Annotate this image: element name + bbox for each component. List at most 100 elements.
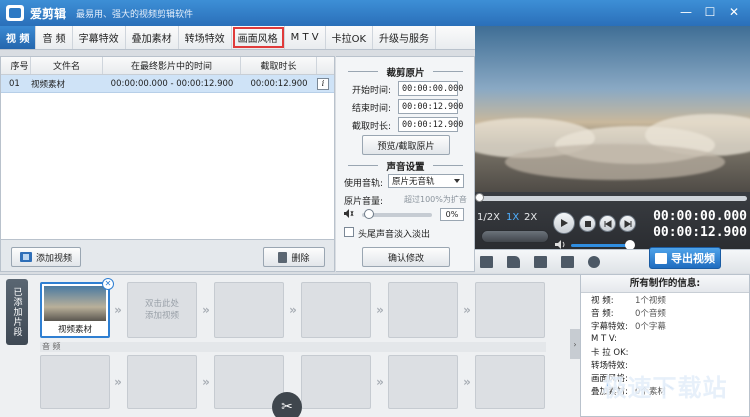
file-list-header: 序号 文件名 在最终影片中的时间 截取时长 (1, 57, 334, 75)
tab-subtitle-effects[interactable]: 字幕特效 (73, 26, 126, 49)
audio-track-label: 使用音轨: (344, 179, 384, 189)
audio-section-title: 声音设置 (336, 159, 475, 173)
new-project-icon[interactable] (480, 256, 493, 268)
empty-clip-slot[interactable] (388, 282, 458, 338)
row-filename: 视频素材 (31, 79, 66, 90)
volume-slider-handle[interactable] (364, 209, 374, 219)
close-button[interactable]: ✕ (724, 3, 744, 21)
audio-track-select[interactable]: 原片无音轨 (388, 174, 464, 188)
col-index[interactable]: 序号 (1, 57, 31, 74)
preview-cut-button[interactable]: 预览/截取原片 (362, 135, 450, 155)
start-time-label: 开始时间: (352, 86, 392, 96)
tab-karaoke[interactable]: 卡拉OK (326, 26, 374, 49)
info-key: M T V: (591, 333, 617, 344)
chevron-right-icon: » (114, 375, 122, 389)
play-icon (561, 219, 568, 227)
tab-picture-style[interactable]: 画面风格 (232, 26, 285, 49)
audio-slot[interactable] (388, 355, 458, 409)
info-value: 0个音频 (635, 308, 666, 319)
preview-cloud (505, 144, 725, 180)
tab-video[interactable]: 视 频 (0, 26, 37, 49)
tab-upgrade[interactable]: 升级与服务 (373, 26, 437, 49)
tab-overlay[interactable]: 叠加素材 (126, 26, 179, 49)
app-logo-icon (6, 5, 24, 21)
info-value: 1个视频 (635, 295, 666, 306)
volume-percent[interactable]: 0% (440, 208, 464, 221)
title-bar: 爱剪辑 最易用、强大的视频剪辑软件 — ☐ ✕ (0, 0, 750, 26)
timeline: 已添加片段 视频素材 ✕ » 双击此处 添加视频 » » » » 音 频 » »… (0, 274, 580, 417)
col-duration[interactable]: 截取时长 (241, 57, 317, 74)
play-button[interactable] (553, 212, 575, 234)
total-time: 00:00:12.900 (653, 225, 747, 240)
speed-double[interactable]: 2X (524, 212, 537, 223)
col-time-in-film[interactable]: 在最终影片中的时间 (103, 57, 241, 74)
chevron-right-icon: » (202, 303, 210, 317)
speed-half[interactable]: 1/2X (477, 212, 500, 223)
row-duration: 00:00:12.900 (250, 78, 308, 89)
info-title: 所有制作的信息: (581, 275, 749, 293)
tab-mtv[interactable]: M T V (285, 26, 326, 49)
minimize-button[interactable]: — (676, 3, 696, 21)
start-time-input[interactable]: 00:00:00.000 (398, 81, 463, 96)
row-time-range: 00:00:00.000 - 00:00:12.900 (110, 78, 234, 89)
scissors-icon[interactable]: ✂ (272, 392, 302, 417)
clip-slot-filled[interactable]: 视频素材 ✕ (40, 278, 114, 338)
empty-clip-slot[interactable] (475, 282, 545, 338)
next-frame-button[interactable] (619, 215, 636, 232)
empty-clip-slot[interactable] (214, 282, 284, 338)
trash-icon (278, 251, 288, 263)
end-time-input[interactable]: 00:00:12.900 (398, 99, 463, 114)
film-icon (19, 252, 32, 262)
main-tabs: 视 频 音 频 字幕特效 叠加素材 转场特效 画面风格 M T V 卡拉OK 升… (0, 26, 475, 50)
export-video-button[interactable]: 导出视频 (649, 247, 721, 269)
export-video-label: 导出视频 (671, 252, 715, 265)
added-clips-label: 已添加片段 (6, 279, 28, 345)
cut-duration-input[interactable]: 00:00:12.900 (398, 117, 463, 132)
open-folder-icon[interactable] (507, 256, 520, 268)
fade-checkbox[interactable] (344, 227, 354, 237)
stop-button[interactable] (579, 215, 596, 232)
chevron-right-icon: » (463, 303, 471, 317)
share-icon[interactable] (588, 256, 600, 268)
player-volume-track[interactable] (571, 244, 631, 247)
clip-thumbnail (44, 286, 106, 321)
save-icon[interactable] (534, 256, 547, 268)
video-preview[interactable] (475, 26, 750, 192)
chevron-down-icon (454, 179, 460, 183)
audio-slot[interactable] (301, 355, 371, 409)
add-video-button[interactable]: 添加视频 (11, 247, 81, 267)
audio-slot[interactable] (40, 355, 110, 409)
tab-audio[interactable]: 音 频 (36, 26, 73, 49)
chevron-right-icon: » (289, 303, 297, 317)
help-icon[interactable] (561, 256, 574, 268)
volume-label: 原片音量: (344, 197, 384, 207)
maximize-button[interactable]: ☐ (700, 3, 720, 21)
table-row[interactable]: 01 视频素材 00:00:00.000 - 00:00:12.900 00:0… (1, 75, 334, 93)
cut-settings-panel: 裁剪原片 开始时间: 00:00:00.000 结束时间: 00:00:12.9… (336, 56, 475, 272)
remove-clip-icon[interactable]: ✕ (102, 278, 114, 290)
info-row: 卡 拉 OK: (581, 345, 749, 358)
app-slogan: 最易用、强大的视频剪辑软件 (76, 9, 194, 20)
prev-frame-button[interactable] (599, 215, 616, 232)
audio-slot[interactable] (127, 355, 197, 409)
add-video-label: 添加视频 (35, 253, 72, 264)
collapse-panel-button[interactable]: › (570, 329, 580, 359)
audio-track-value: 原片无音轨 (392, 177, 435, 187)
speed-normal[interactable]: 1X (506, 212, 519, 223)
info-key: 字幕特效: (591, 321, 628, 332)
seek-handle[interactable] (475, 193, 484, 202)
row-index: 01 (9, 78, 20, 89)
tab-transitions[interactable]: 转场特效 (179, 26, 232, 49)
confirm-button[interactable]: 确认修改 (362, 247, 450, 267)
audio-slot[interactable] (475, 355, 545, 409)
chevron-right-icon: » (202, 375, 210, 389)
end-time-label: 结束时间: (352, 104, 392, 114)
empty-clip-slot[interactable] (301, 282, 371, 338)
seek-bar[interactable] (479, 196, 747, 201)
info-icon[interactable]: i (317, 77, 329, 90)
jog-wheel[interactable] (481, 230, 549, 243)
info-row: 视 频: 1个视频 (581, 293, 749, 306)
col-filename[interactable]: 文件名 (31, 57, 103, 74)
delete-button[interactable]: 删除 (263, 247, 325, 267)
empty-clip-slot[interactable]: 双击此处 添加视频 (127, 282, 197, 338)
